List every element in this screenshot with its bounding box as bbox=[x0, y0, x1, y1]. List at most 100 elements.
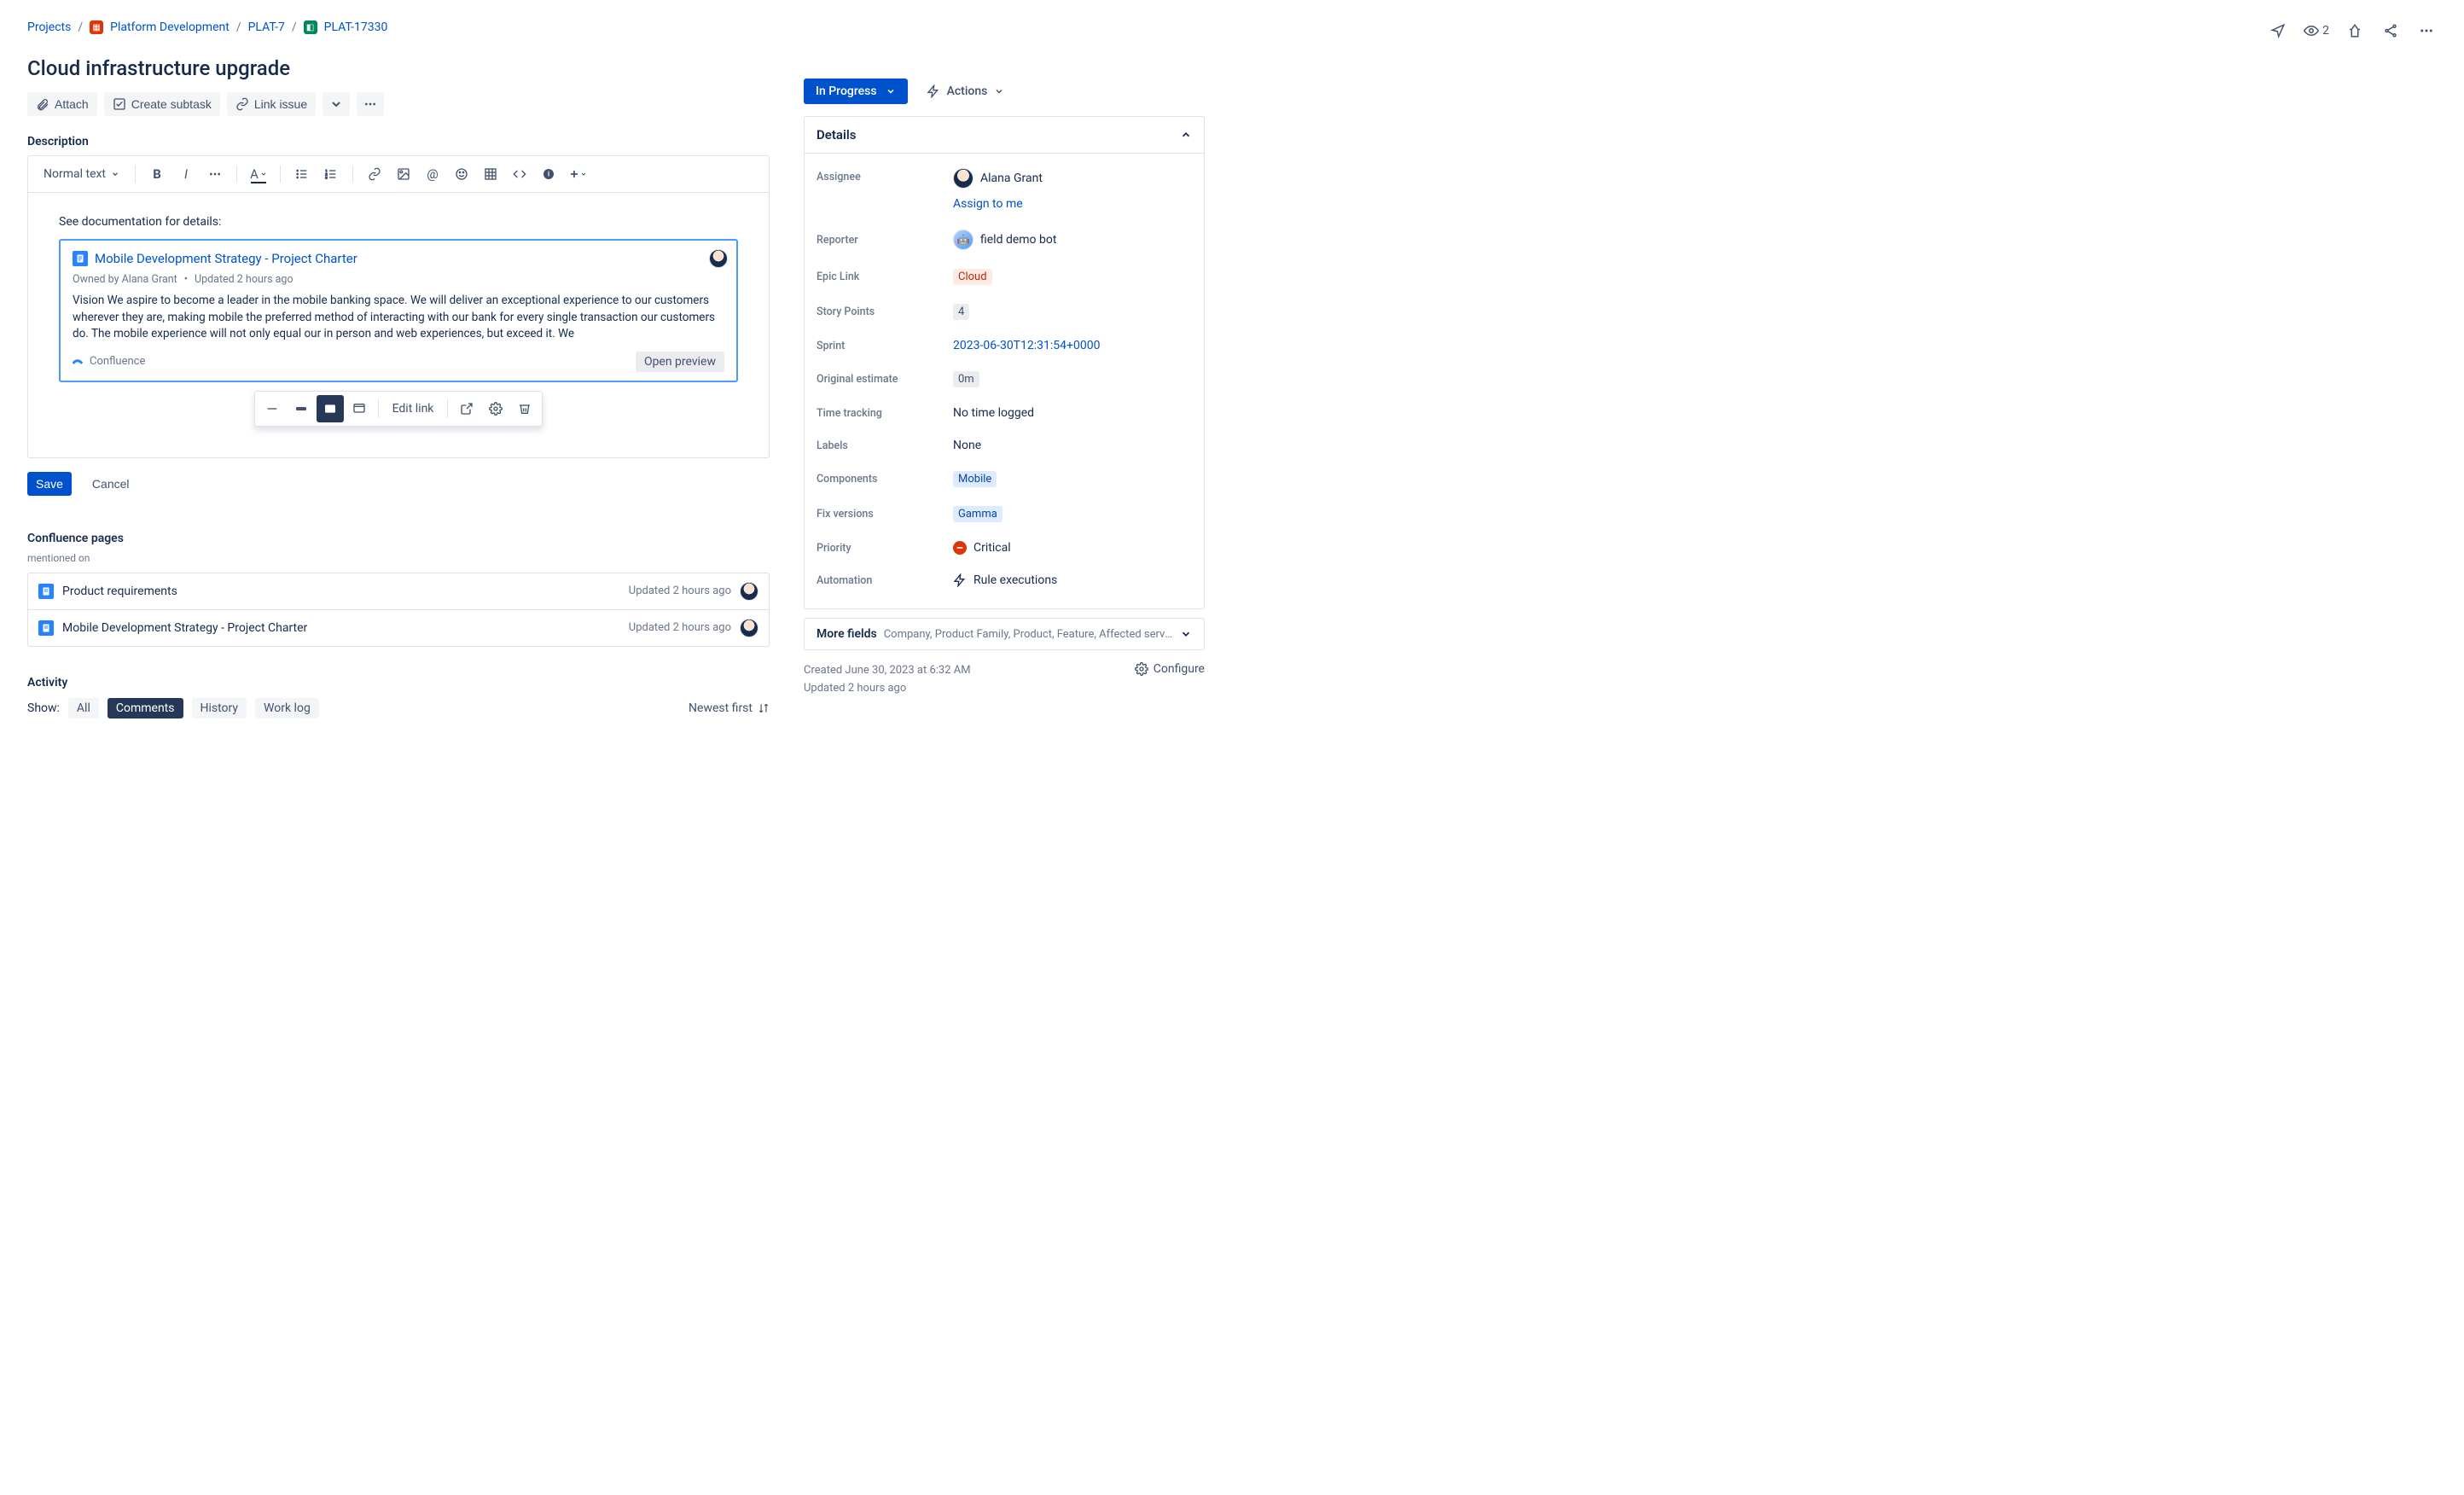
more-fields-toggle[interactable]: More fields Company, Product Family, Pro… bbox=[804, 618, 1205, 650]
field-components[interactable]: Components Mobile bbox=[816, 462, 1192, 497]
story-points-value: 4 bbox=[953, 304, 969, 320]
status-dropdown[interactable]: In Progress bbox=[804, 79, 908, 104]
breadcrumb-sep: / bbox=[78, 20, 83, 34]
field-original-estimate[interactable]: Original estimate 0m bbox=[816, 362, 1192, 397]
priority-label: Priority bbox=[816, 542, 953, 555]
attach-button[interactable]: Attach bbox=[27, 92, 97, 116]
feedback-icon[interactable] bbox=[2268, 20, 2288, 41]
link-settings-icon[interactable] bbox=[482, 395, 509, 422]
cancel-button[interactable]: Cancel bbox=[84, 472, 138, 496]
details-header[interactable]: Details bbox=[805, 117, 1204, 154]
emoji-icon[interactable] bbox=[449, 161, 474, 187]
link-display-url-icon[interactable] bbox=[259, 395, 286, 422]
share-icon[interactable] bbox=[2380, 20, 2401, 41]
show-label: Show: bbox=[27, 701, 60, 715]
table-icon[interactable] bbox=[478, 161, 503, 187]
breadcrumb-projects[interactable]: Projects bbox=[27, 20, 71, 34]
save-button[interactable]: Save bbox=[27, 472, 72, 496]
tab-worklog[interactable]: Work log bbox=[255, 698, 319, 718]
insert-icon[interactable] bbox=[565, 161, 590, 187]
create-subtask-label: Create subtask bbox=[131, 97, 212, 111]
priority-value: Critical bbox=[973, 541, 1011, 555]
components-label: Components bbox=[816, 473, 953, 486]
confluence-list-item[interactable]: Mobile Development Strategy - Project Ch… bbox=[28, 609, 769, 646]
more-actions-icon[interactable] bbox=[2416, 20, 2437, 41]
field-fix-versions[interactable]: Fix versions Gamma bbox=[816, 497, 1192, 532]
remove-link-icon[interactable] bbox=[511, 395, 538, 422]
watch-button[interactable]: 2 bbox=[2304, 23, 2329, 38]
epic-link-value[interactable]: Cloud bbox=[953, 269, 992, 285]
more-fields-label: More fields bbox=[816, 627, 877, 641]
image-icon[interactable] bbox=[391, 161, 416, 187]
breadcrumb-project[interactable]: Platform Development bbox=[110, 20, 230, 34]
info-icon[interactable]: i bbox=[536, 161, 561, 187]
edit-link-button[interactable]: Edit link bbox=[384, 397, 443, 421]
breadcrumb: Projects / ▦ Platform Development / PLAT… bbox=[27, 20, 387, 34]
open-link-icon[interactable] bbox=[453, 395, 480, 422]
document-icon bbox=[38, 584, 54, 599]
page-title[interactable]: Cloud infrastructure upgrade bbox=[27, 56, 770, 80]
field-sprint[interactable]: Sprint 2023-06-30T12:31:54+0000 bbox=[816, 329, 1192, 362]
fix-versions-value[interactable]: Gamma bbox=[953, 506, 1002, 522]
chevron-up-icon bbox=[1180, 129, 1192, 141]
assign-to-me-link[interactable]: Assign to me bbox=[953, 197, 1023, 211]
link-issue-button[interactable]: Link issue bbox=[227, 92, 316, 116]
card-source-label: Confluence bbox=[90, 355, 145, 368]
card-title-link[interactable]: Mobile Development Strategy - Project Ch… bbox=[95, 251, 357, 266]
components-value[interactable]: Mobile bbox=[953, 471, 997, 487]
confluence-list: Product requirements Updated 2 hours ago… bbox=[27, 573, 770, 647]
field-assignee[interactable]: Assignee Alana Grant Assign to me bbox=[816, 159, 1192, 220]
sprint-value[interactable]: 2023-06-30T12:31:54+0000 bbox=[953, 339, 1100, 352]
field-story-points[interactable]: Story Points 4 bbox=[816, 294, 1192, 329]
link-display-card-icon[interactable] bbox=[317, 395, 344, 422]
mention-icon[interactable]: @ bbox=[420, 161, 445, 187]
card-updated: Updated 2 hours ago bbox=[195, 273, 293, 286]
labels-label: Labels bbox=[816, 439, 953, 452]
epic-link-label: Epic Link bbox=[816, 270, 953, 283]
toolbar-divider bbox=[135, 166, 136, 183]
confluence-item-title: Mobile Development Strategy - Project Ch… bbox=[62, 621, 620, 635]
create-subtask-button[interactable]: Create subtask bbox=[104, 92, 220, 116]
italic-icon[interactable]: I bbox=[173, 161, 199, 187]
editor-body[interactable]: See documentation for details: Mobile De… bbox=[28, 193, 769, 457]
time-tracking-label: Time tracking bbox=[816, 407, 953, 420]
confluence-sublabel: mentioned on bbox=[27, 552, 770, 564]
more-toolbar-button[interactable] bbox=[357, 92, 384, 116]
link-icon[interactable] bbox=[362, 161, 387, 187]
automation-value[interactable]: Rule executions bbox=[973, 573, 1057, 587]
actions-dropdown[interactable]: Actions bbox=[920, 79, 1012, 104]
field-epic-link[interactable]: Epic Link Cloud bbox=[816, 259, 1192, 294]
field-time-tracking[interactable]: Time tracking No time logged bbox=[816, 397, 1192, 429]
tab-history[interactable]: History bbox=[192, 698, 247, 718]
vote-icon[interactable] bbox=[2345, 20, 2365, 41]
link-issue-dropdown[interactable] bbox=[323, 92, 350, 116]
link-display-inline-icon[interactable] bbox=[288, 395, 315, 422]
issue-type-icon: ◧ bbox=[304, 20, 317, 34]
field-automation[interactable]: Automation Rule executions bbox=[816, 564, 1192, 596]
more-fields-sub: Company, Product Family, Product, Featur… bbox=[884, 628, 1173, 641]
bold-icon[interactable]: B bbox=[144, 161, 170, 187]
confluence-list-item[interactable]: Product requirements Updated 2 hours ago bbox=[28, 573, 769, 609]
tab-all[interactable]: All bbox=[68, 698, 99, 718]
link-display-embed-icon[interactable] bbox=[346, 395, 373, 422]
sort-button[interactable]: Newest first bbox=[689, 701, 770, 715]
breadcrumb-epic[interactable]: PLAT-7 bbox=[248, 20, 285, 34]
text-style-dropdown[interactable]: Normal text bbox=[37, 164, 126, 184]
field-reporter[interactable]: Reporter 🤖 field demo bot bbox=[816, 220, 1192, 259]
sprint-label: Sprint bbox=[816, 340, 953, 352]
breadcrumb-issue[interactable]: PLAT-17330 bbox=[324, 20, 388, 34]
code-icon[interactable] bbox=[507, 161, 532, 187]
more-formatting-icon[interactable] bbox=[202, 161, 228, 187]
field-labels[interactable]: Labels None bbox=[816, 429, 1192, 462]
description-label: Description bbox=[27, 135, 770, 148]
configure-button[interactable]: Configure bbox=[1135, 662, 1205, 676]
tab-comments[interactable]: Comments bbox=[108, 698, 183, 718]
bullet-list-icon[interactable] bbox=[289, 161, 315, 187]
watchers-count: 2 bbox=[2322, 24, 2329, 38]
smart-link-card[interactable]: Mobile Development Strategy - Project Ch… bbox=[59, 239, 738, 382]
open-preview-button[interactable]: Open preview bbox=[636, 352, 724, 372]
orig-estimate-label: Original estimate bbox=[816, 373, 953, 386]
text-color-icon[interactable]: A bbox=[246, 161, 271, 187]
numbered-list-icon[interactable]: 123 bbox=[318, 161, 344, 187]
field-priority[interactable]: Priority Critical bbox=[816, 532, 1192, 564]
